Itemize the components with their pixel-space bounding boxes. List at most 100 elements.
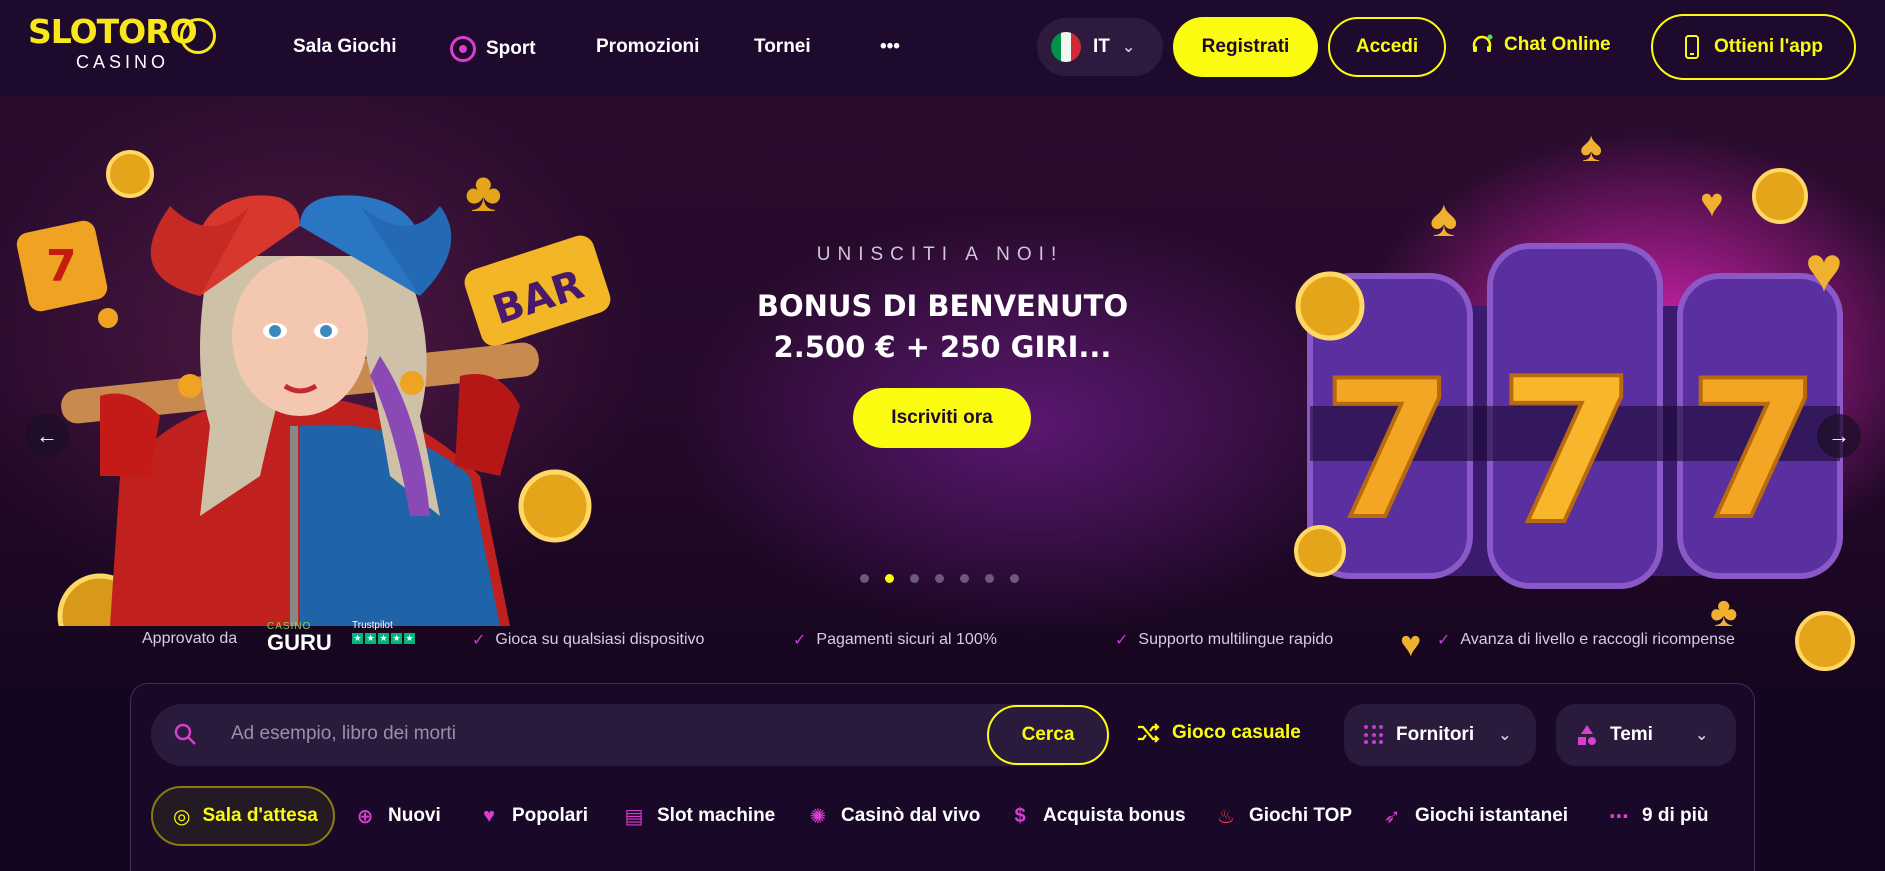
tab-new[interactable]: ⊕ Nuovi [354,786,441,846]
logo[interactable]: SLOTORO CASINO [28,12,228,74]
app-label: Ottieni l'app [1713,36,1824,57]
feature-text: Gioca su qualsiasi dispositivo [495,631,705,648]
sun-icon [180,18,216,54]
slide-dot-2[interactable] [885,574,894,583]
logo-text: SLOTORO [28,12,198,51]
chevron-down-icon: ⌄ [1498,727,1512,744]
slide-dot-1[interactable] [860,574,869,583]
search-bar[interactable]: Ad esempio, libro dei morti Cerca [151,704,1109,766]
chat-online-link[interactable]: Chat Online [1470,33,1611,57]
random-game-label: Gioco casuale [1172,722,1301,743]
nav-tornei[interactable]: Tornei [754,36,811,58]
nav-label: Tornei [754,36,811,57]
slide-dot-7[interactable] [1010,574,1019,583]
star-icon: ★ [404,633,415,644]
check-icon: ✓ [1115,632,1129,649]
search-input[interactable]: Ad esempio, libro dei morti [231,723,456,745]
tab-popular[interactable]: ♥ Popolari [478,786,588,846]
feature-item: ✓ Gioca su qualsiasi dispositivo [472,630,704,650]
language-selector[interactable]: IT ⌄ [1037,18,1163,76]
slide-dot-5[interactable] [960,574,969,583]
trustpilot-badge[interactable]: Trustpilot ★ ★ ★ ★ ★ [352,620,415,644]
tab-more[interactable]: ⋯ 9 di più [1608,786,1709,846]
tab-lobby[interactable]: ◎ Sala d'attesa [151,786,335,846]
nav-label: Sala Giochi [293,36,397,57]
feature-item: ✓ Supporto multilingue rapido [1115,630,1333,650]
tab-label: 9 di più [1642,805,1709,826]
feature-text: Avanza di livello e raccogli ricompense [1460,631,1735,648]
hero-headline: BONUS DI BENVENUTO 2.500 € + 250 GIRI... [756,289,1129,364]
tab-slot-machines[interactable]: ▤ Slot machine [623,786,776,846]
slide-dot-6[interactable] [985,574,994,583]
soccer-ball-icon [450,36,476,62]
game-filter-panel: Ad esempio, libro dei morti Cerca Gioco … [130,683,1755,871]
star-icon: ★ [378,633,389,644]
get-app-button[interactable]: Ottieni l'app [1651,14,1856,80]
medal-icon: ◎ [173,805,191,828]
next-slide-button[interactable]: → [1817,414,1861,458]
register-button[interactable]: Registrati [1173,17,1318,77]
chevron-down-icon: ⌄ [1694,727,1709,744]
more-menu-button[interactable]: ••• [880,36,900,58]
shuffle-icon [1138,723,1160,743]
tab-label: Casinò dal vivo [841,805,981,826]
feature-text: Supporto multilingue rapido [1138,631,1334,648]
casino-guru-badge[interactable]: CASINO GURU [267,622,333,654]
slide-dot-3[interactable] [910,574,919,583]
tab-live-casino[interactable]: ✺ Casinò dal vivo [807,786,981,846]
hero-content: UNISCITI A NOI! BONUS DI BENVENUTO 2.500… [0,96,1885,686]
search-button[interactable]: Cerca [987,705,1109,765]
hero-banner: 7 BAR ♣ 7 7 7 ♠ ♥ ♠ ♥ ♣ ♥ UNISCITI A NOI… [0,96,1885,686]
search-icon [174,723,196,745]
nav-promozioni[interactable]: Promozioni [596,36,699,58]
arrow-right-icon: → [1828,423,1850,448]
providers-dropdown[interactable]: Fornitori ⌄ [1344,704,1536,766]
chat-label: Chat Online [1504,34,1611,55]
arrow-left-icon: ← [36,423,58,448]
dollar-icon: $ [1014,804,1026,827]
chevron-down-icon: ⌄ [1121,39,1136,56]
nav-sport[interactable]: Sport [450,36,536,62]
feature-item: ✓ Avanza di livello e raccogli ricompens… [1437,630,1735,650]
approved-by-label: Approvato da [142,630,238,647]
feature-item: ✓ Pagamenti sicuri al 100% [793,630,997,650]
trust-features-bar: Approvato da CASINO GURU Trustpilot ★ ★ ★ ★… [0,620,1885,656]
tab-label: Giochi TOP [1249,805,1353,826]
flame-icon: ♨ [1217,805,1235,828]
plus-circle-icon: ⊕ [356,805,374,828]
more-dots-icon: ⋯ [1609,805,1629,828]
shapes-icon [1578,725,1596,745]
tab-label: Acquista bonus [1043,805,1186,826]
logo-subtext: CASINO [76,52,170,72]
rocket-icon: ➶ [1383,805,1401,828]
themes-label: Temi [1610,724,1653,745]
trustpilot-name: Trustpilot [352,620,393,631]
login-button[interactable]: Accedi [1328,17,1446,77]
heart-icon: ♥ [483,804,495,827]
tab-bonus-buy[interactable]: $ Acquista bonus [1009,786,1186,846]
prev-slide-button[interactable]: ← [25,414,69,458]
more-dots-icon: ••• [880,36,900,57]
language-code: IT [1093,36,1110,57]
random-game-button[interactable]: Gioco casuale [1136,722,1301,744]
site-header: SLOTORO CASINO Sala Giochi Sport Promozi… [0,0,1885,96]
tab-label: Giochi istantanei [1415,805,1569,826]
join-now-button[interactable]: Iscriviti ora [853,388,1031,448]
star-icon: ★ [352,633,363,644]
hero-kicker: UNISCITI A NOI! [816,244,1064,265]
slide-indicators [860,574,1019,583]
slide-dot-4[interactable] [935,574,944,583]
phone-icon [1684,35,1699,59]
nav-sala-giochi[interactable]: Sala Giochi [293,36,396,58]
grid-icon [1364,725,1384,745]
check-icon: ✓ [472,632,486,649]
tab-label: Sala d'attesa [202,805,318,826]
headset-icon [1472,34,1493,52]
check-icon: ✓ [1437,632,1451,649]
check-icon: ✓ [793,632,807,649]
tab-instant-games[interactable]: ➶ Giochi istantanei [1381,786,1568,846]
themes-dropdown[interactable]: Temi ⌄ [1556,704,1736,766]
tab-label: Popolari [512,805,589,826]
tab-top-games[interactable]: ♨ Giochi TOP [1215,786,1352,846]
nav-label: Promozioni [596,36,700,57]
